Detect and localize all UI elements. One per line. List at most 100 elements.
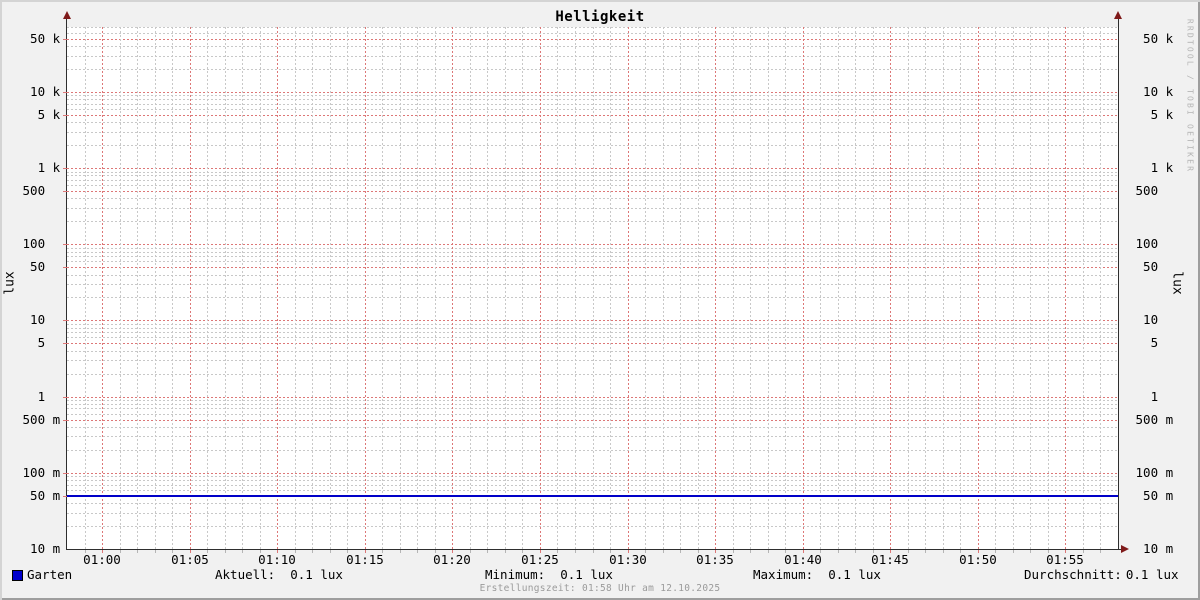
x-axis-tick	[995, 550, 996, 553]
x-axis-tick	[1048, 550, 1049, 553]
grid-line-v-minor	[855, 27, 856, 549]
grid-line-v-minor	[470, 27, 471, 549]
x-axis-tick	[540, 550, 541, 553]
grid-line-v-minor	[610, 27, 611, 549]
grid-line-v-minor	[995, 27, 996, 549]
grid-line-v-minor	[663, 27, 664, 549]
x-axis-label: 01:20	[433, 552, 471, 567]
y-axis-arrow-right-icon	[1113, 11, 1122, 19]
grid-line-v-major	[452, 27, 453, 549]
grid-line-v-major	[102, 27, 103, 549]
grid-line-v-major	[803, 27, 804, 549]
chart-title: Helligkeit	[555, 9, 645, 25]
grid-line-v-minor	[347, 27, 348, 549]
y-axis-label: 500 m	[15, 412, 61, 427]
legend: Garten Aktuell: 0.1 lux Minimum: 0.1 lux M…	[0, 568, 1200, 584]
x-axis-tick	[277, 550, 278, 553]
grid-line-v-minor	[85, 27, 86, 549]
grid-line-v-minor	[698, 27, 699, 549]
x-axis-tick	[242, 550, 243, 553]
grid-line-v-minor	[680, 27, 681, 549]
y-axis-label: 5 k	[15, 107, 61, 122]
x-axis-tick	[120, 550, 121, 553]
y-axis-arrow-left-icon	[62, 11, 71, 19]
grid-line-v-minor	[155, 27, 156, 549]
y-axis-label: 5	[15, 335, 53, 350]
x-axis-tick	[505, 550, 506, 553]
series-line-garten	[67, 495, 1118, 497]
y-axis-left	[66, 19, 67, 550]
y-axis-label: 500	[15, 183, 53, 198]
x-axis-tick	[155, 550, 156, 553]
y-axis-tick	[63, 420, 67, 421]
y-axis-label: 10 k	[15, 84, 61, 99]
stat-minimum: Minimum: 0.1 lux	[485, 567, 613, 582]
y-axis-label: 5 k	[1128, 107, 1174, 122]
grid-line-v-minor	[873, 27, 874, 549]
grid-line-v-minor	[172, 27, 173, 549]
grid-line-v-major	[190, 27, 191, 549]
x-axis-tick	[1065, 550, 1066, 553]
y-axis-label: 1 k	[1128, 160, 1174, 175]
y-axis-label: 50 m	[1128, 488, 1174, 503]
rrdtool-graph: Helligkeit lux lux RRDTOOL / TOBI OETIKE…	[0, 0, 1200, 600]
y-axis-label: 1	[15, 389, 53, 404]
y-axis-tick	[63, 115, 67, 116]
y-axis-label: 1 k	[15, 160, 61, 175]
grid-line-v-minor	[487, 27, 488, 549]
x-axis-tick	[750, 550, 751, 553]
x-axis-tick	[663, 550, 664, 553]
y-axis-label: 50	[1128, 259, 1166, 274]
legend-series-name: Garten	[27, 567, 73, 582]
x-axis-tick	[960, 550, 961, 553]
x-axis-tick	[347, 550, 348, 553]
x-axis-tick	[330, 550, 331, 553]
y-axis-label: 50	[15, 259, 53, 274]
grid-line-v-major	[978, 27, 979, 549]
grid-line-v-minor	[593, 27, 594, 549]
y-axis-label: 100	[15, 236, 53, 251]
x-axis-tick	[557, 550, 558, 553]
x-axis-label: 01:00	[83, 552, 121, 567]
x-axis-tick	[382, 550, 383, 553]
x-axis-tick	[873, 550, 874, 553]
x-axis-tick	[312, 550, 313, 553]
y-axis-label: 50 m	[15, 488, 61, 503]
stat-maximum: Maximum: 0.1 lux	[753, 567, 881, 582]
y-axis-label: 1	[1128, 389, 1166, 404]
grid-line-v-major	[365, 27, 366, 549]
y-axis-tick	[63, 397, 67, 398]
x-axis-tick	[803, 550, 804, 553]
grid-line-v-major	[277, 27, 278, 549]
x-axis-tick	[207, 550, 208, 553]
grid-line-v-minor	[1013, 27, 1014, 549]
grid-line-v-minor	[120, 27, 121, 549]
grid-line-v-minor	[242, 27, 243, 549]
grid-line-v-minor	[1030, 27, 1031, 549]
stat-durchschnitt: Durchschnitt: 0.1 lux	[1024, 567, 1179, 582]
x-axis-tick	[102, 550, 103, 553]
grid-line-v-minor	[750, 27, 751, 549]
plot-area	[67, 27, 1118, 549]
x-axis-tick	[1083, 550, 1084, 553]
y-axis-label: 50 k	[1128, 31, 1174, 46]
grid-line-v-minor	[838, 27, 839, 549]
grid-line-v-minor	[417, 27, 418, 549]
y-axis-label: 500 m	[1128, 412, 1174, 427]
x-axis-label: 01:45	[871, 552, 909, 567]
x-axis-tick	[785, 550, 786, 553]
y-axis-label: 10	[15, 312, 53, 327]
y-axis-label: 50 k	[15, 31, 61, 46]
x-axis-tick	[715, 550, 716, 553]
grid-line-v-minor	[312, 27, 313, 549]
x-axis-tick	[908, 550, 909, 553]
y-axis-tick	[63, 320, 67, 321]
grid-line-v-minor	[435, 27, 436, 549]
grid-line-v-major	[628, 27, 629, 549]
grid-line-v-minor	[522, 27, 523, 549]
legend-swatch-garten	[12, 570, 23, 581]
grid-line-v-minor	[1100, 27, 1101, 549]
grid-line-v-minor	[207, 27, 208, 549]
grid-line-v-major	[540, 27, 541, 549]
x-axis-tick	[838, 550, 839, 553]
